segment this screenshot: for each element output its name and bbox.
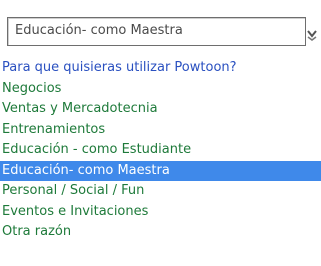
dropdown-arrow-button[interactable]	[303, 22, 321, 46]
chevron-down-icon	[307, 30, 317, 41]
dropdown-list: Para que quisieras utilizar Powtoon? Neg…	[0, 58, 321, 243]
option-negocios[interactable]: Negocios	[0, 79, 321, 100]
option-eventos[interactable]: Eventos e Invitaciones	[0, 202, 321, 223]
option-placeholder[interactable]: Para que quisieras utilizar Powtoon?	[0, 58, 321, 79]
selected-value: Educación- como Maestra	[15, 23, 183, 38]
option-educacion-maestra[interactable]: Educación- como Maestra	[0, 160, 321, 181]
option-ventas[interactable]: Ventas y Mercadotecnia	[0, 99, 321, 120]
option-entrenamientos[interactable]: Entrenamientos	[0, 120, 321, 141]
option-otra-razon[interactable]: Otra razón	[0, 222, 321, 243]
option-personal[interactable]: Personal / Social / Fun	[0, 181, 321, 202]
dropdown-select[interactable]: Educación- como Maestra	[7, 17, 306, 46]
option-educacion-estudiante[interactable]: Educación - como Estudiante	[0, 140, 321, 161]
